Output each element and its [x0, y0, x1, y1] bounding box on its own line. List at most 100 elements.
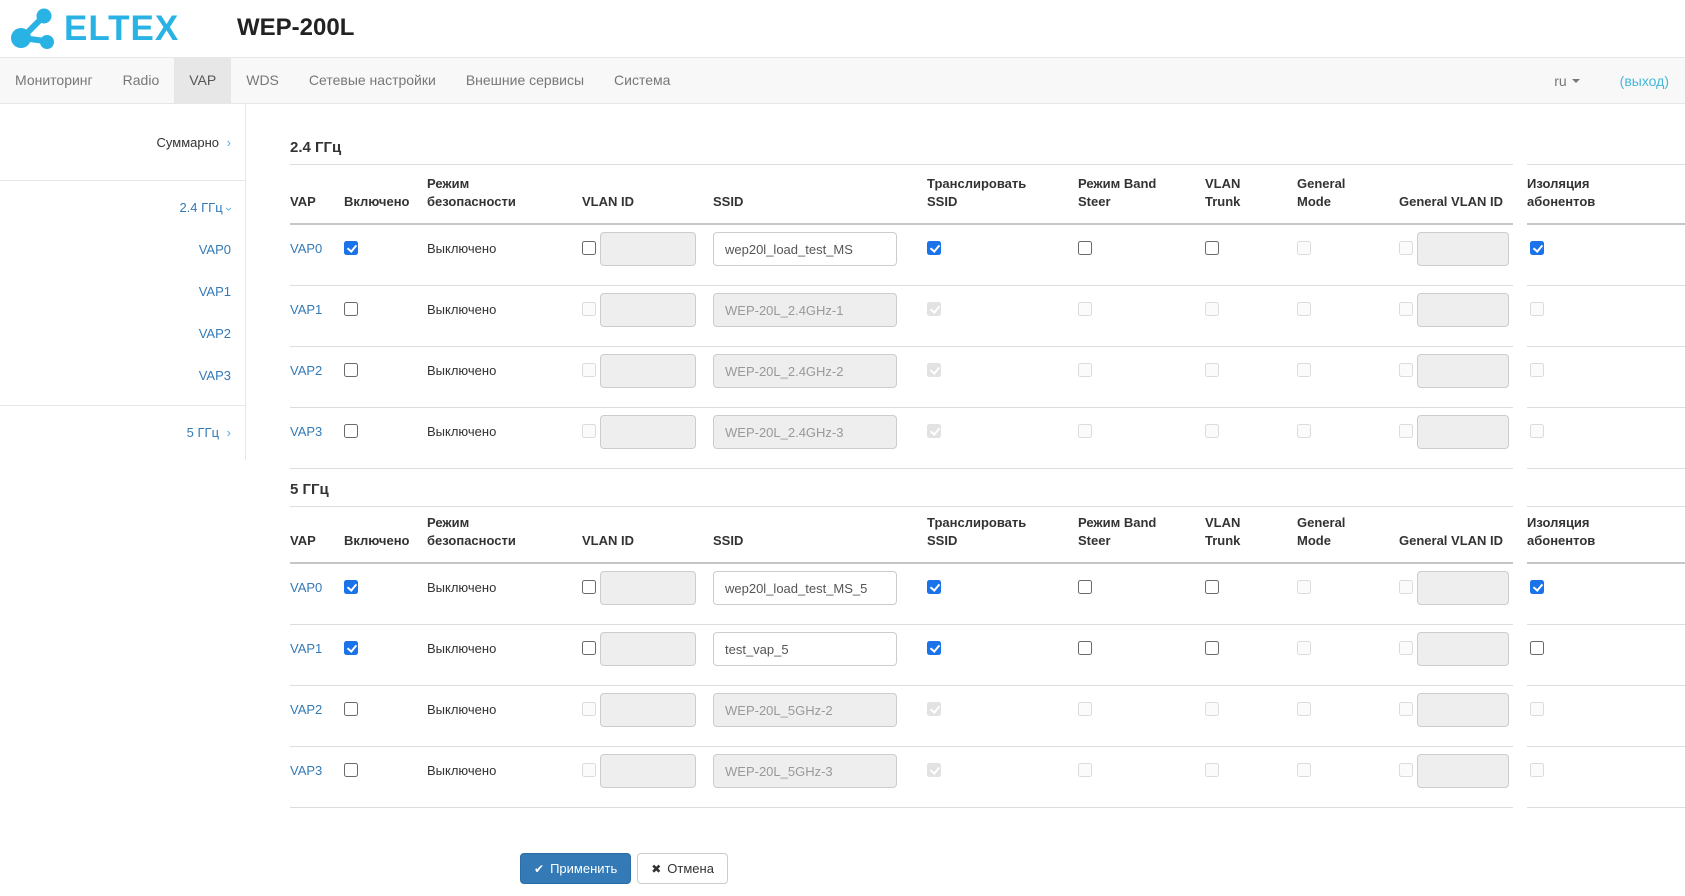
- ssid-input: [713, 693, 897, 727]
- section-title: 2.4 ГГц: [290, 139, 341, 156]
- vap-tables: 2.4 ГГцVAPВключеноРежим безопасностиVLAN…: [290, 104, 1685, 808]
- band-steer-cell: [1078, 347, 1205, 408]
- sidebar-item-24ghz[interactable]: 2.4 ГГц›: [0, 187, 231, 229]
- nav-tab-2[interactable]: VAP: [174, 58, 231, 103]
- sidebar-item-24ghz-vap2[interactable]: VAP2: [0, 313, 231, 355]
- eltex-logo: ELTEX: [10, 6, 179, 52]
- nav-tab-5[interactable]: Внешние сервисы: [451, 58, 599, 103]
- vlan-id-checkbox[interactable]: [582, 641, 596, 655]
- ssid-cell: [713, 625, 927, 686]
- nav-tab-4[interactable]: Сетевые настройки: [294, 58, 451, 103]
- isolation-checkbox[interactable]: [1530, 641, 1544, 655]
- band-steer-checkbox[interactable]: [1078, 241, 1092, 255]
- check-icon: ✔: [534, 862, 544, 876]
- broadcast-ssid-checkbox[interactable]: [927, 580, 941, 594]
- apply-button[interactable]: ✔ Применить: [520, 853, 631, 884]
- nav-tab-1[interactable]: Radio: [108, 58, 175, 103]
- sidebar-item-24ghz-vap1[interactable]: VAP1: [0, 271, 231, 313]
- vlan-id-cell: [582, 564, 713, 625]
- vap-link[interactable]: VAP1: [290, 302, 322, 317]
- nav-tab-3[interactable]: WDS: [231, 58, 294, 103]
- vlan-trunk-cell: [1205, 564, 1297, 625]
- column-header: Транслировать SSID: [927, 165, 1078, 225]
- band-steer-checkbox[interactable]: [1078, 580, 1092, 594]
- broadcast-ssid-cell: [927, 225, 1078, 286]
- vap-link[interactable]: VAP0: [290, 241, 322, 256]
- enabled-checkbox[interactable]: [344, 763, 358, 777]
- general-vlan-id-cell: [1399, 747, 1513, 808]
- content: Суммарно › 2.4 ГГц›VAP0VAP1VAP2VAP3 5 ГГ…: [0, 104, 1685, 896]
- column-header: Изоляция абонентов: [1527, 507, 1685, 564]
- sidebar-item-summary[interactable]: Суммарно ›: [157, 135, 231, 150]
- vlan-trunk-checkbox: [1205, 302, 1219, 316]
- vap-link[interactable]: VAP3: [290, 763, 322, 778]
- broadcast-ssid-cell: [927, 286, 1078, 347]
- vap-link[interactable]: VAP1: [290, 641, 322, 656]
- vap-table-5ghz: 5 ГГцVAPВключеноРежим безопасностиVLAN I…: [290, 469, 1685, 808]
- sidebar-summary-row: Суммарно ›: [0, 104, 245, 181]
- ssid-input[interactable]: [713, 232, 897, 266]
- nav-tab-0[interactable]: Мониторинг: [0, 58, 108, 103]
- main-navbar: МониторингRadioVAPWDSСетевые настройкиВн…: [0, 57, 1685, 104]
- general-vlan-id-input: [1417, 232, 1509, 266]
- column-header: VLAN Trunk: [1205, 165, 1297, 225]
- isolation-checkbox[interactable]: [1530, 580, 1544, 594]
- ssid-input[interactable]: [713, 571, 897, 605]
- band-steer-checkbox[interactable]: [1078, 641, 1092, 655]
- sidebar-item-24ghz-vap3[interactable]: VAP3: [0, 355, 231, 397]
- logout-link[interactable]: (выход): [1620, 73, 1669, 89]
- column-header: VLAN Trunk: [1205, 507, 1297, 564]
- vlan-trunk-checkbox[interactable]: [1205, 580, 1219, 594]
- nav-tabs: МониторингRadioVAPWDSСетевые настройкиВн…: [0, 58, 685, 103]
- vlan-trunk-checkbox[interactable]: [1205, 641, 1219, 655]
- language-selector[interactable]: ru: [1554, 73, 1579, 89]
- column-header-label: General Mode: [1297, 514, 1359, 550]
- general-mode-checkbox: [1297, 363, 1311, 377]
- column-header: VAP: [290, 507, 344, 564]
- general-vlan-id-input: [1417, 754, 1509, 788]
- vap-link[interactable]: VAP2: [290, 702, 322, 717]
- band-steer-checkbox: [1078, 363, 1092, 377]
- cancel-button[interactable]: ✖ Отмена: [637, 853, 728, 884]
- enabled-checkbox[interactable]: [344, 424, 358, 438]
- enabled-cell: [344, 625, 427, 686]
- isolation-cell: [1527, 564, 1685, 625]
- sidebar-item-5ghz[interactable]: 5 ГГц ›: [0, 406, 231, 460]
- broadcast-ssid-checkbox[interactable]: [927, 641, 941, 655]
- vap-link[interactable]: VAP0: [290, 580, 322, 595]
- enabled-cell: [344, 747, 427, 808]
- nav-tab-6[interactable]: Система: [599, 58, 685, 103]
- isolation-checkbox: [1530, 363, 1544, 377]
- column-gap: [1513, 104, 1527, 165]
- vlan-trunk-cell: [1205, 686, 1297, 747]
- general-vlan-id-checkbox: [1399, 763, 1413, 777]
- table-row-vap-cell: VAP2: [290, 686, 344, 747]
- vlan-id-input: [600, 632, 696, 666]
- vap-link[interactable]: VAP3: [290, 424, 322, 439]
- general-mode-checkbox: [1297, 580, 1311, 594]
- vlan-id-input: [600, 415, 696, 449]
- vlan-id-checkbox[interactable]: [582, 241, 596, 255]
- enabled-checkbox[interactable]: [344, 363, 358, 377]
- vlan-trunk-checkbox[interactable]: [1205, 241, 1219, 255]
- general-vlan-id-checkbox: [1399, 363, 1413, 377]
- vlan-id-checkbox: [582, 424, 596, 438]
- enabled-checkbox[interactable]: [344, 641, 358, 655]
- broadcast-ssid-cell: [927, 408, 1078, 469]
- sidebar-item-24ghz-vap0[interactable]: VAP0: [0, 229, 231, 271]
- general-vlan-id-cell: [1399, 286, 1513, 347]
- security-mode-value: Выключено: [427, 641, 496, 656]
- general-mode-cell: [1297, 347, 1399, 408]
- isolation-checkbox: [1530, 302, 1544, 316]
- vlan-id-checkbox[interactable]: [582, 580, 596, 594]
- broadcast-ssid-checkbox[interactable]: [927, 241, 941, 255]
- enabled-checkbox[interactable]: [344, 702, 358, 716]
- vap-link[interactable]: VAP2: [290, 363, 322, 378]
- enabled-checkbox[interactable]: [344, 580, 358, 594]
- isolation-checkbox[interactable]: [1530, 241, 1544, 255]
- ssid-input[interactable]: [713, 632, 897, 666]
- general-vlan-id-cell: [1399, 225, 1513, 286]
- enabled-checkbox[interactable]: [344, 241, 358, 255]
- enabled-checkbox[interactable]: [344, 302, 358, 316]
- security-mode-cell: Выключено: [427, 564, 582, 625]
